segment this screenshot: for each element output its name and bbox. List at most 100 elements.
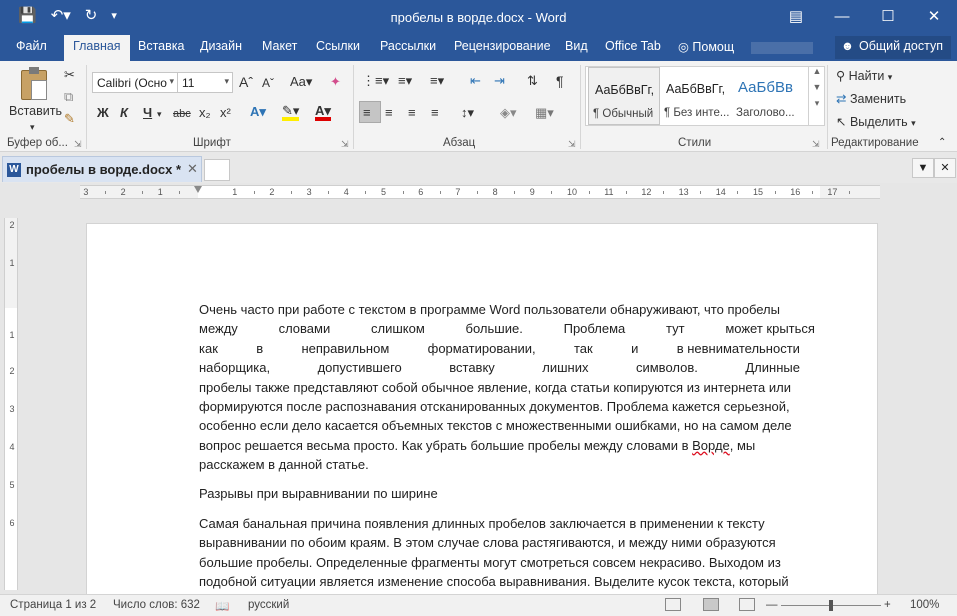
page-count[interactable]: Страница 1 из 2 — [10, 599, 96, 611]
copy-icon[interactable]: ⧉ — [64, 89, 73, 105]
tab-office-tab[interactable]: Office Tab — [605, 39, 661, 53]
find-button[interactable]: ⚲ Найти ▾ — [836, 68, 892, 85]
select-button[interactable]: ↖ Выделить ▾ — [836, 114, 916, 131]
cut-icon[interactable]: ✂ — [64, 67, 75, 83]
strikethrough-button[interactable]: abc — [173, 106, 191, 122]
paragraph-subheading[interactable]: Разрывы при выравнивании по ширине — [199, 484, 817, 503]
tab-file[interactable]: Файл — [16, 39, 47, 53]
document-page[interactable]: Очень часто при работе с текстом в прогр… — [86, 223, 878, 595]
new-tab-button[interactable] — [204, 159, 230, 181]
align-left-icon[interactable]: ≡ — [363, 105, 371, 121]
share-button[interactable]: ☻ Общий доступ — [834, 36, 951, 59]
highlight-icon[interactable]: ✎▾ — [282, 104, 300, 121]
word: может крыться — [725, 321, 815, 337]
zoom-slider-thumb[interactable] — [829, 600, 833, 611]
font-color-icon[interactable]: A▾ — [315, 104, 331, 121]
tab-insert[interactable]: Вставка — [138, 39, 184, 53]
proofing-icon[interactable]: 📖 — [215, 599, 229, 613]
word: большие. — [465, 321, 523, 337]
word: лишних — [542, 360, 589, 376]
paste-button[interactable]: Вставить — [9, 103, 62, 119]
tab-references[interactable]: Ссылки — [316, 39, 360, 53]
bold-button[interactable]: Ж — [97, 105, 109, 121]
word-count[interactable]: Число слов: 632 — [113, 599, 200, 611]
tab-list-dropdown-icon[interactable]: ▼ — [912, 158, 934, 178]
tab-design[interactable]: Дизайн — [200, 39, 242, 53]
text-effects-icon[interactable]: A▾ — [250, 104, 266, 120]
document-tab-label: пробелы в ворде.docx * — [26, 162, 182, 177]
decrease-indent-icon[interactable]: ⇤ — [470, 73, 481, 89]
style-normal[interactable]: АаБбВвГг, ¶ Обычный — [588, 67, 660, 125]
font-size-box[interactable]: 11 ▾ — [177, 72, 233, 93]
align-right-icon[interactable]: ≡ — [408, 105, 416, 121]
paste-dropdown-icon[interactable]: ▾ — [30, 119, 35, 135]
bullets-icon[interactable]: ⋮≡▾ — [362, 73, 389, 89]
horizontal-ruler[interactable]: 3 2 1 1 2 3 4 5 6 7 8 9 10 11 12 13 14 15 16 17 — [80, 185, 880, 199]
style-heading-1[interactable]: АаБбВв Заголово... — [732, 67, 804, 125]
tab-layout[interactable]: Макет — [262, 39, 297, 53]
more-styles-icon[interactable]: ▾ — [809, 98, 825, 109]
tab-view[interactable]: Вид — [565, 39, 588, 53]
clear-formatting-icon[interactable]: ✦ — [330, 74, 341, 90]
scroll-down-icon[interactable]: ▼ — [809, 82, 825, 92]
styles-scroll[interactable]: ▲ ▼ ▾ — [808, 66, 825, 126]
tab-mailings[interactable]: Рассылки — [380, 39, 436, 53]
styles-launcher-icon[interactable]: ⇲ — [812, 139, 820, 150]
document-tab[interactable]: W пробелы в ворде.docx * ✕ — [2, 156, 202, 182]
zoom-in-icon[interactable]: + — [884, 599, 891, 611]
close-tab-icon[interactable]: ✕ — [187, 161, 198, 177]
paragraph-intro[interactable]: Очень часто при работе с текстом в прогр… — [199, 300, 817, 475]
justify-icon[interactable]: ≡ — [431, 105, 439, 121]
line-spacing-icon[interactable]: ↕▾ — [461, 105, 474, 121]
read-mode-icon[interactable] — [665, 598, 681, 611]
minimize-icon[interactable]: — — [819, 0, 865, 34]
paragraph-body[interactable]: Самая банальная причина появления длинны… — [199, 514, 817, 592]
style-no-spacing[interactable]: АаБбВвГг, ¶ Без инте... — [660, 67, 732, 125]
zoom-out-icon[interactable]: — — [766, 599, 778, 611]
print-layout-icon[interactable] — [703, 598, 719, 611]
ribbon: Вставить ▾ ✂ ⧉ ✎ Буфер об... ⇲ Calibri (… — [0, 61, 957, 152]
replace-icon: ⇄ — [836, 92, 850, 106]
replace-button[interactable]: ⇄ Заменить — [836, 91, 906, 107]
tab-review[interactable]: Рецензирование — [454, 39, 551, 53]
ribbon-display-icon[interactable]: ▤ — [773, 0, 819, 34]
multilevel-list-icon[interactable]: ≡▾ — [430, 73, 444, 89]
superscript-button[interactable]: x² — [220, 105, 231, 121]
web-layout-icon[interactable] — [739, 598, 755, 611]
font-name-box[interactable]: Calibri (Осно ▾ — [92, 72, 178, 93]
borders-icon[interactable]: ▦▾ — [535, 105, 554, 121]
scroll-up-icon[interactable]: ▲ — [809, 66, 825, 76]
close-document-icon[interactable]: ✕ — [934, 158, 956, 178]
grow-font-icon[interactable]: Aˆ — [239, 74, 253, 90]
zoom-level[interactable]: 100% — [910, 599, 939, 611]
close-icon[interactable]: ✕ — [911, 0, 957, 34]
title-bar: 💾 ↶▾ ↻ ▾ пробелы в ворде.docx - Word ▤ —… — [0, 0, 957, 34]
language[interactable]: русский — [248, 599, 289, 611]
shading-icon[interactable]: ◈▾ — [500, 105, 517, 121]
subscript-button[interactable]: x₂ — [199, 105, 211, 121]
change-case-icon[interactable]: Aa▾ — [290, 74, 312, 90]
maximize-icon[interactable]: ☐ — [865, 0, 911, 34]
misspelled-word[interactable]: Ворде — [692, 438, 730, 453]
ruler-tick — [328, 191, 330, 194]
indent-marker[interactable] — [194, 186, 202, 194]
collapse-ribbon-icon[interactable]: ⌃ — [938, 135, 946, 151]
tell-me-box[interactable]: ◎ Помощ — [678, 39, 734, 54]
paragraph-launcher-icon[interactable]: ⇲ — [568, 139, 576, 150]
tab-home[interactable]: Главная — [64, 35, 130, 61]
italic-button[interactable]: К — [120, 105, 128, 121]
increase-indent-icon[interactable]: ⇥ — [494, 73, 505, 89]
show-marks-icon[interactable]: ¶ — [556, 73, 564, 89]
underline-button[interactable]: Ч — [143, 105, 152, 121]
align-center-icon[interactable]: ≡ — [385, 105, 393, 121]
vertical-ruler[interactable]: 2 1 1 2 3 4 5 6 — [4, 218, 18, 590]
shrink-font-icon[interactable]: Aˇ — [262, 75, 274, 91]
numbering-icon[interactable]: ≡▾ — [398, 73, 412, 89]
font-group-label: Шрифт — [193, 137, 231, 149]
clipboard-launcher-icon[interactable]: ⇲ — [74, 139, 82, 150]
format-painter-icon[interactable]: ✎ — [64, 111, 75, 127]
font-launcher-icon[interactable]: ⇲ — [341, 139, 349, 150]
underline-dropdown-icon[interactable]: ▾ — [157, 106, 162, 122]
sort-icon[interactable]: ⇅ — [527, 73, 538, 89]
paste-icon[interactable] — [21, 67, 47, 100]
